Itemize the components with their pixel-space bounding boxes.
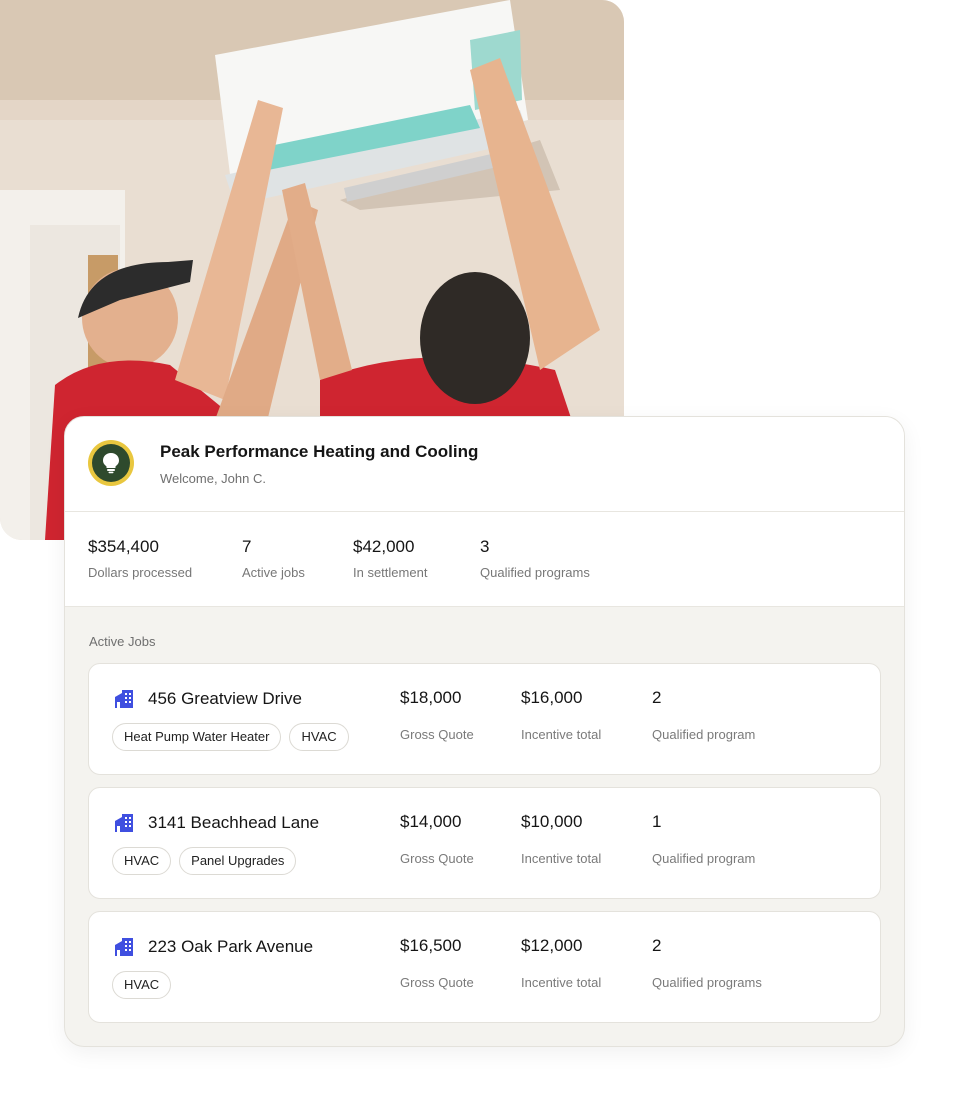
job-address: 3141 Beachhead Lane <box>148 813 320 832</box>
metric-label: Incentive total <box>521 851 602 866</box>
tag-chip: HVAC <box>289 723 349 751</box>
lightbulb-icon <box>103 453 119 474</box>
company-logo <box>88 440 134 486</box>
job-tags: HVAC <box>112 971 172 999</box>
active-jobs-heading: Active Jobs <box>89 634 156 649</box>
tag-chip: Heat Pump Water Heater <box>112 723 282 751</box>
metric-value: $16,000 <box>521 688 583 707</box>
job-card[interactable]: 456 Greatview Drive Heat Pump Water Heat… <box>88 663 881 775</box>
job-address: 456 Greatview Drive <box>148 689 303 708</box>
building-icon <box>115 938 133 956</box>
stat-value: 7 <box>242 537 252 556</box>
company-name: Peak Performance Heating and Cooling <box>160 442 479 461</box>
welcome-message: Welcome, John C. <box>160 471 266 486</box>
building-icon <box>115 814 133 832</box>
job-card[interactable]: 3141 Beachhead Lane HVAC Panel Upgrades … <box>88 787 881 899</box>
job-address: 223 Oak Park Avenue <box>148 937 314 956</box>
stat-label: Qualified programs <box>480 565 590 580</box>
metric-value: 1 <box>652 812 662 831</box>
job-tags: Heat Pump Water Heater HVAC <box>112 723 349 751</box>
metric-label: Qualified programs <box>652 975 762 990</box>
metric-value: $12,000 <box>521 936 583 955</box>
stat-value: $354,400 <box>88 537 159 556</box>
metric-label: Incentive total <box>521 727 602 742</box>
metric-value: 2 <box>652 688 662 707</box>
building-icon <box>115 690 133 708</box>
tag-chip: HVAC <box>112 971 172 999</box>
metric-label: Gross Quote <box>400 727 474 742</box>
stat-label: In settlement <box>353 565 428 580</box>
metric-value: $10,000 <box>521 812 583 831</box>
stat-label: Dollars processed <box>88 565 193 580</box>
metric-value: 2 <box>652 936 662 955</box>
metric-label: Qualified program <box>652 727 756 742</box>
dashboard-card: Peak Performance Heating and Cooling Wel… <box>64 416 905 1047</box>
metric-label: Incentive total <box>521 975 602 990</box>
tag-chip: HVAC <box>112 847 172 875</box>
job-card[interactable]: 223 Oak Park Avenue HVAC $16,500 Gross Q… <box>88 911 881 1023</box>
company-header: Peak Performance Heating and Cooling Wel… <box>65 417 904 512</box>
metric-value: $16,500 <box>400 936 462 955</box>
metric-value: $18,000 <box>400 688 462 707</box>
metric-value: $14,000 <box>400 812 462 831</box>
metric-label: Gross Quote <box>400 851 474 866</box>
stat-value: 3 <box>480 537 490 556</box>
stat-value: $42,000 <box>353 537 415 556</box>
metric-label: Qualified program <box>652 851 756 866</box>
job-tags: HVAC Panel Upgrades <box>112 847 297 875</box>
stat-label: Active jobs <box>242 565 305 580</box>
stats-bar: $354,400 Dollars processed 7 Active jobs… <box>65 512 904 607</box>
tag-chip: Panel Upgrades <box>179 847 297 875</box>
metric-label: Gross Quote <box>400 975 474 990</box>
